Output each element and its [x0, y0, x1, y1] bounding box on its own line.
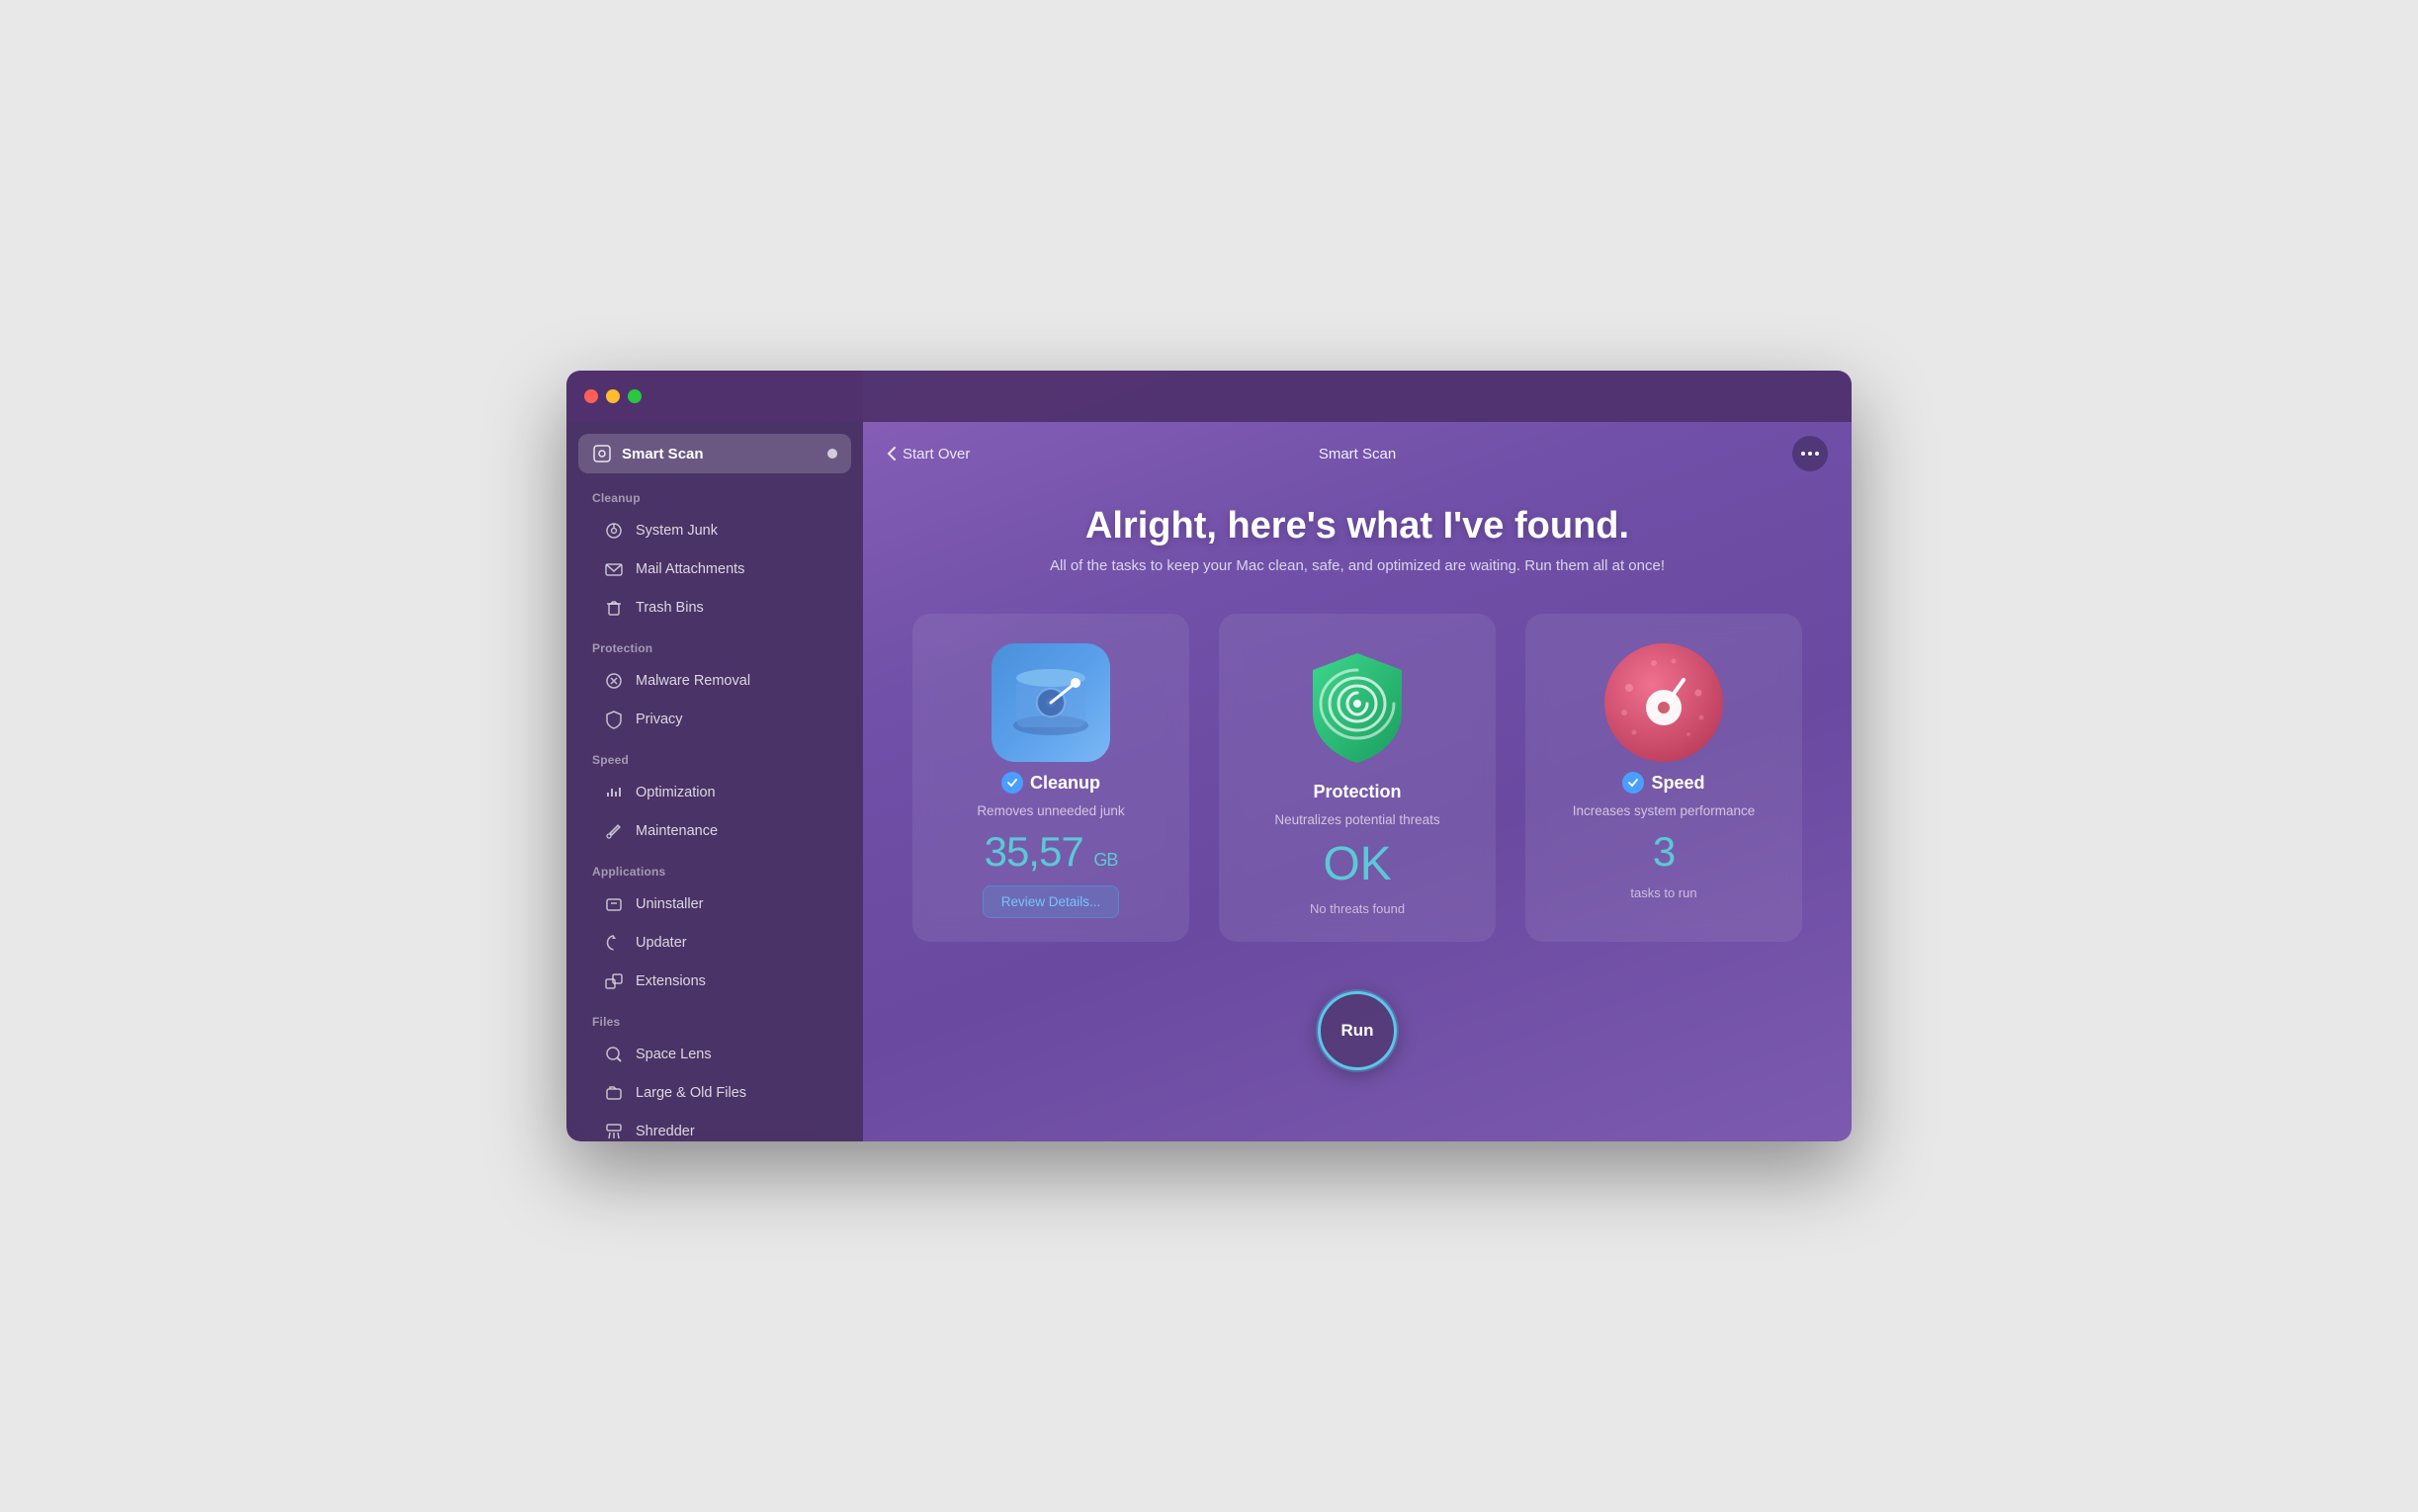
- privacy-icon: [604, 710, 624, 729]
- titlebar: [566, 371, 1852, 422]
- speed-title-row: Speed: [1622, 772, 1704, 794]
- cleanup-check-icon: [1001, 772, 1023, 794]
- protection-card-value: OK: [1323, 837, 1391, 891]
- sidebar-item-shredder[interactable]: Shredder: [578, 1113, 851, 1141]
- extensions-label: Extensions: [636, 973, 706, 989]
- space-lens-label: Space Lens: [636, 1047, 712, 1062]
- sidebar-item-extensions[interactable]: Extensions: [578, 963, 851, 1000]
- content-area: Alright, here's what I've found. All of …: [863, 485, 1852, 1141]
- maintenance-label: Maintenance: [636, 823, 718, 839]
- main-subheadline: All of the tasks to keep your Mac clean,…: [1050, 557, 1665, 574]
- dot-1: [1801, 452, 1805, 456]
- section-label-speed: Speed: [566, 739, 863, 773]
- topbar: Start Over Smart Scan: [863, 422, 1852, 485]
- sidebar-item-trash-bins[interactable]: Trash Bins: [578, 589, 851, 627]
- app-window: Smart Scan Cleanup System Junk: [566, 371, 1852, 1141]
- system-junk-label: System Junk: [636, 523, 718, 539]
- minimize-button[interactable]: [606, 389, 620, 403]
- cleanup-card-title: Cleanup: [1030, 773, 1100, 794]
- back-button[interactable]: Start Over: [887, 446, 970, 462]
- back-label: Start Over: [903, 446, 970, 462]
- protection-card-subtitle: Neutralizes potential threats: [1274, 812, 1439, 827]
- shredder-icon: [604, 1122, 624, 1141]
- extensions-icon: [604, 971, 624, 991]
- large-old-files-label: Large & Old Files: [636, 1085, 746, 1101]
- cleanup-value-unit: GB: [1093, 850, 1117, 870]
- maintenance-icon: [604, 821, 624, 841]
- trash-icon: [604, 598, 624, 618]
- malware-removal-label: Malware Removal: [636, 673, 750, 689]
- speed-card-icon: [1604, 643, 1723, 762]
- protection-card-title: Protection: [1313, 782, 1401, 802]
- privacy-label: Privacy: [636, 712, 683, 727]
- section-label-cleanup: Cleanup: [566, 477, 863, 511]
- scan-icon: [592, 444, 612, 463]
- cleanup-card-icon: [992, 643, 1110, 762]
- space-lens-icon: [604, 1045, 624, 1064]
- cleanup-value-number: 35,57: [985, 828, 1083, 875]
- mail-icon: [604, 559, 624, 579]
- section-label-files: Files: [566, 1001, 863, 1035]
- sidebar-item-mail-attachments[interactable]: Mail Attachments: [578, 550, 851, 588]
- shredder-label: Shredder: [636, 1124, 695, 1139]
- optimization-label: Optimization: [636, 785, 716, 800]
- main-content: Start Over Smart Scan Alright, here's wh…: [863, 371, 1852, 1141]
- cards-row: Cleanup Removes unneeded junk 35,57 GB R…: [903, 614, 1812, 942]
- updater-icon: [604, 933, 624, 953]
- section-label-protection: Protection: [566, 628, 863, 661]
- cleanup-card: Cleanup Removes unneeded junk 35,57 GB R…: [912, 614, 1189, 942]
- speed-check-icon: [1622, 772, 1644, 794]
- uninstaller-icon: [604, 894, 624, 914]
- sidebar-item-smart-scan[interactable]: Smart Scan: [578, 434, 851, 473]
- run-button-wrapper: Run: [1318, 991, 1397, 1070]
- close-button[interactable]: [584, 389, 598, 403]
- malware-icon: [604, 671, 624, 691]
- traffic-lights: [584, 389, 642, 403]
- cleanup-card-subtitle: Removes unneeded junk: [977, 803, 1124, 818]
- sidebar-item-uninstaller[interactable]: Uninstaller: [578, 885, 851, 923]
- speed-card: Speed Increases system performance 3 tas…: [1525, 614, 1802, 942]
- uninstaller-label: Uninstaller: [636, 896, 704, 912]
- cleanup-title-row: Cleanup: [1001, 772, 1100, 794]
- sidebar-item-updater[interactable]: Updater: [578, 924, 851, 962]
- sidebar-item-space-lens[interactable]: Space Lens: [578, 1036, 851, 1073]
- speed-card-footer: tasks to run: [1630, 885, 1696, 900]
- updater-label: Updater: [636, 935, 687, 951]
- optimization-icon: [604, 783, 624, 802]
- main-headline: Alright, here's what I've found.: [1085, 505, 1629, 547]
- system-junk-icon: [604, 521, 624, 541]
- speed-card-title: Speed: [1651, 773, 1704, 794]
- cleanup-card-value: 35,57 GB: [985, 828, 1118, 876]
- speed-card-value: 3: [1653, 828, 1675, 876]
- large-files-icon: [604, 1083, 624, 1103]
- maximize-button[interactable]: [628, 389, 642, 403]
- mail-attachments-label: Mail Attachments: [636, 561, 744, 577]
- review-details-button[interactable]: Review Details...: [983, 885, 1120, 918]
- sidebar-item-optimization[interactable]: Optimization: [578, 774, 851, 811]
- trash-bins-label: Trash Bins: [636, 600, 704, 616]
- protection-card-footer: No threats found: [1310, 901, 1405, 916]
- dot-2: [1808, 452, 1812, 456]
- more-options-button[interactable]: [1792, 436, 1828, 471]
- sidebar: Smart Scan Cleanup System Junk: [566, 371, 863, 1141]
- dot-3: [1815, 452, 1819, 456]
- speed-card-subtitle: Increases system performance: [1573, 803, 1756, 818]
- run-button[interactable]: Run: [1318, 991, 1397, 1070]
- protection-card-icon: [1298, 643, 1417, 772]
- protection-card: Protection Neutralizes potential threats…: [1219, 614, 1496, 942]
- topbar-title: Smart Scan: [1319, 446, 1396, 462]
- sidebar-item-maintenance[interactable]: Maintenance: [578, 812, 851, 850]
- sidebar-item-malware-removal[interactable]: Malware Removal: [578, 662, 851, 700]
- sidebar-item-privacy[interactable]: Privacy: [578, 701, 851, 738]
- sidebar-smart-scan-label: Smart Scan: [622, 446, 704, 462]
- section-label-applications: Applications: [566, 851, 863, 884]
- sidebar-item-system-junk[interactable]: System Junk: [578, 512, 851, 549]
- active-indicator: [827, 449, 837, 459]
- protection-title-row: Protection: [1313, 782, 1401, 802]
- sidebar-item-large-old-files[interactable]: Large & Old Files: [578, 1074, 851, 1112]
